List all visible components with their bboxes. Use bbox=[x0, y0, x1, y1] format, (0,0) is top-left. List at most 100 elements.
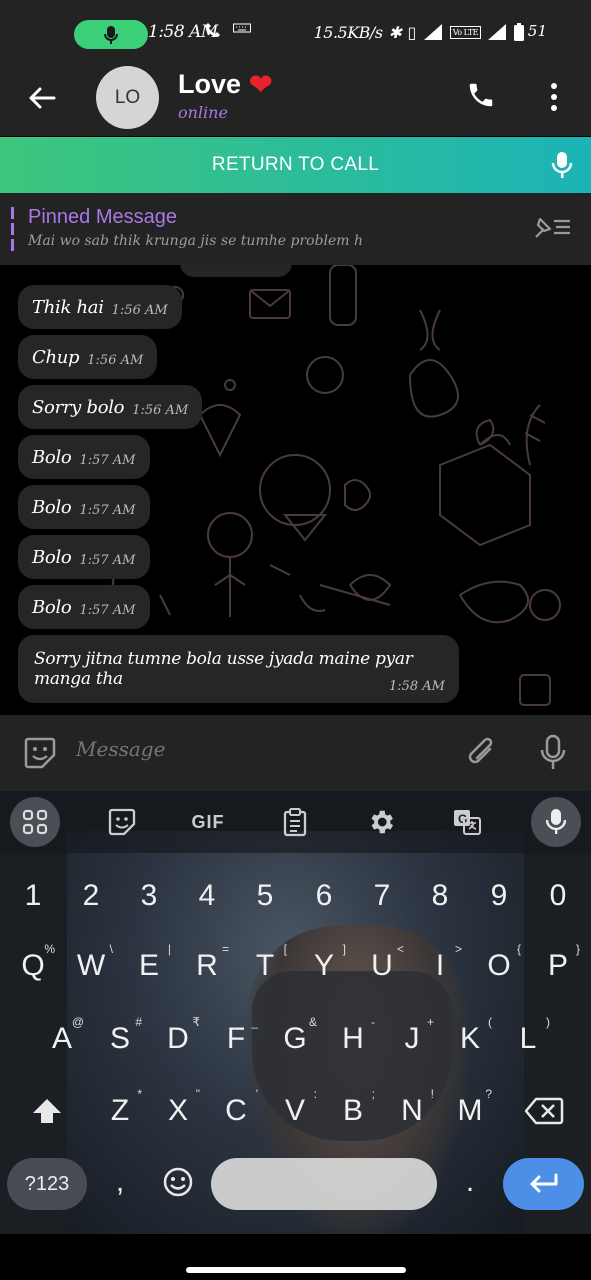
message-bubble[interactable]: Thik hai 1:56 AM bbox=[18, 285, 182, 329]
more-options-button[interactable] bbox=[542, 80, 566, 114]
period-key[interactable]: . bbox=[442, 1154, 498, 1210]
pin-list-icon bbox=[535, 217, 570, 238]
message-time: 1:56 AM bbox=[87, 352, 144, 368]
key-a[interactable]: A @ bbox=[34, 1009, 90, 1069]
paperclip-icon bbox=[468, 737, 493, 764]
key-6[interactable]: 6 bbox=[296, 866, 352, 926]
key-v[interactable]: V: bbox=[267, 1081, 323, 1141]
message-time: 1:57 AM bbox=[79, 452, 136, 468]
attach-button[interactable] bbox=[464, 733, 500, 773]
message-bubble[interactable]: Bolo 1:57 AM bbox=[18, 535, 150, 579]
clipboard-button[interactable] bbox=[271, 799, 319, 845]
comma-key[interactable]: , bbox=[92, 1154, 148, 1210]
emoji-key[interactable] bbox=[150, 1154, 206, 1210]
key-f[interactable]: F _ bbox=[208, 1009, 264, 1069]
key-q[interactable]: Q% bbox=[5, 936, 61, 996]
avatar[interactable]: LO bbox=[96, 66, 159, 129]
message-text: Chup bbox=[32, 346, 80, 368]
message-bubble[interactable]: Sorry jitna tumne bola usse jyada maine … bbox=[18, 635, 459, 703]
call-mic-button[interactable] bbox=[551, 151, 573, 184]
key-k[interactable]: K( bbox=[442, 1009, 498, 1069]
message-bubble[interactable]: Sorry bolo 1:56 AM bbox=[18, 385, 203, 429]
mic-icon bbox=[540, 734, 566, 769]
sticker-icon bbox=[108, 808, 136, 836]
key-g[interactable]: G & bbox=[267, 1009, 323, 1069]
grid-icon bbox=[22, 809, 48, 835]
return-to-call-label: RETURN TO CALL bbox=[211, 154, 380, 175]
key-n[interactable]: N! bbox=[384, 1081, 440, 1141]
key-p[interactable]: P} bbox=[530, 936, 586, 996]
key-h[interactable]: H- bbox=[325, 1009, 381, 1069]
key-m[interactable]: M? bbox=[442, 1081, 498, 1141]
key-j[interactable]: J + bbox=[384, 1009, 440, 1069]
sticker-icon bbox=[24, 737, 56, 769]
sticker-button[interactable] bbox=[22, 735, 58, 771]
key-o[interactable]: O{ bbox=[471, 936, 527, 996]
navigation-bar bbox=[0, 1234, 591, 1280]
message-text: Sorry bolo bbox=[32, 396, 125, 418]
key-8[interactable]: 8 bbox=[412, 866, 468, 926]
sticker-keyboard-button[interactable] bbox=[98, 799, 146, 845]
message-text: Bolo bbox=[32, 596, 72, 618]
pinned-list-button[interactable] bbox=[532, 213, 572, 243]
key-u[interactable]: U < bbox=[354, 936, 410, 996]
key-c[interactable]: C ' bbox=[208, 1081, 264, 1141]
key-4[interactable]: 4 bbox=[179, 866, 235, 926]
space-bar[interactable] bbox=[211, 1158, 437, 1210]
message-bubble[interactable]: Bolo 1:57 AM bbox=[18, 435, 150, 479]
chat-area[interactable]: Thik hai 1:56 AM Chup 1:56 AM Sorry bolo 1:… bbox=[0, 265, 591, 715]
apps-button[interactable] bbox=[10, 797, 60, 847]
key-y[interactable]: Y] bbox=[296, 936, 352, 996]
call-icon bbox=[206, 23, 220, 37]
key-7[interactable]: 7 bbox=[354, 866, 410, 926]
return-to-call-bar[interactable]: RETURN TO CALL bbox=[0, 137, 591, 193]
key-d[interactable]: D ₹ bbox=[150, 1009, 206, 1069]
symbols-key[interactable]: ?123 bbox=[7, 1158, 87, 1210]
enter-key[interactable] bbox=[503, 1158, 584, 1210]
gear-icon bbox=[371, 810, 393, 834]
keyboard-voice-button[interactable] bbox=[531, 797, 581, 847]
pinned-text: Mai wo sab thik krunga jis se tumhe prob… bbox=[28, 233, 364, 249]
voice-call-button[interactable] bbox=[466, 80, 500, 114]
key-5[interactable]: 5 bbox=[237, 866, 293, 926]
active-mic-indicator[interactable] bbox=[74, 20, 148, 49]
settings-button[interactable] bbox=[357, 799, 405, 845]
key-3[interactable]: 3 bbox=[121, 866, 177, 926]
key-r[interactable]: R = bbox=[179, 936, 235, 996]
key-x[interactable]: X " bbox=[150, 1081, 206, 1141]
key-2[interactable]: 2 bbox=[63, 866, 119, 926]
message-bubble[interactable]: Bolo 1:57 AM bbox=[18, 485, 150, 529]
back-button[interactable] bbox=[22, 80, 62, 116]
volte-icon: Vo LTE bbox=[449, 25, 481, 39]
mic-icon bbox=[546, 809, 566, 834]
message-time: 1:57 AM bbox=[79, 552, 136, 568]
key-w[interactable]: W \ bbox=[63, 936, 119, 996]
key-1[interactable]: 1 bbox=[5, 866, 61, 926]
key-s[interactable]: S # bbox=[92, 1009, 148, 1069]
contact-name[interactable]: Love ❤ bbox=[178, 68, 273, 101]
key-z[interactable]: Z * bbox=[92, 1081, 148, 1141]
key-l[interactable]: L) bbox=[500, 1009, 556, 1069]
voice-message-button[interactable] bbox=[538, 733, 570, 773]
pinned-message-bar[interactable]: Pinned Message Mai wo sab thik krunga ji… bbox=[0, 193, 591, 265]
message-time: 1:56 AM bbox=[111, 302, 168, 318]
translate-button[interactable]: G bbox=[443, 799, 491, 845]
signal-icon-2 bbox=[488, 24, 506, 40]
gif-button[interactable]: GIF bbox=[184, 799, 232, 845]
message-bubble[interactable]: Bolo 1:57 AM bbox=[18, 585, 150, 629]
backspace-key[interactable] bbox=[512, 1081, 576, 1141]
key-t[interactable]: T[ bbox=[237, 936, 293, 996]
key-9[interactable]: 9 bbox=[471, 866, 527, 926]
home-gesture-handle[interactable] bbox=[186, 1267, 406, 1273]
message-time: 1:57 AM bbox=[79, 602, 136, 618]
key-b[interactable]: B; bbox=[325, 1081, 381, 1141]
key-i[interactable]: I > bbox=[412, 936, 468, 996]
shift-key[interactable] bbox=[18, 1081, 76, 1141]
pinned-title: Pinned Message bbox=[28, 206, 177, 228]
message-time: 1:58 AM bbox=[388, 679, 445, 694]
key-0[interactable]: 0 bbox=[530, 866, 586, 926]
shift-icon bbox=[33, 1099, 61, 1123]
message-input[interactable] bbox=[76, 737, 446, 761]
key-e[interactable]: E | bbox=[121, 936, 177, 996]
message-bubble[interactable]: Chup 1:56 AM bbox=[18, 335, 158, 379]
